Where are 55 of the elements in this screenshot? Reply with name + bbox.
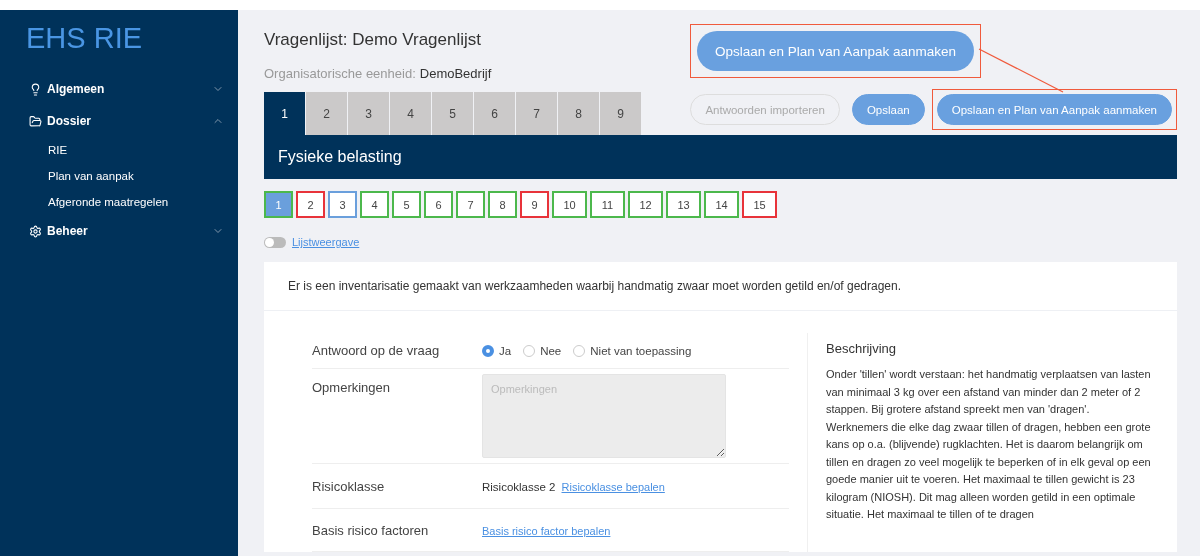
lightbulb-icon xyxy=(29,82,42,96)
gear-icon xyxy=(29,224,42,238)
description-title: Beschrijving xyxy=(826,341,898,356)
question-number[interactable]: 14 xyxy=(704,191,739,218)
radio-circle[interactable] xyxy=(573,344,586,357)
tab[interactable]: 4 xyxy=(390,92,431,135)
app-logo: EHS RIE xyxy=(25,22,144,56)
radio-option[interactable]: Niet van toepassing xyxy=(573,344,692,357)
question-number[interactable]: 11 xyxy=(590,191,625,218)
question-number[interactable]: 3 xyxy=(328,191,357,218)
tab[interactable]: 1 xyxy=(264,92,305,135)
sidebar-item[interactable]: Algemeen xyxy=(0,73,238,105)
page-title: Vragenlijst: Demo Vragenlijst xyxy=(264,30,482,50)
tab[interactable]: 6 xyxy=(474,92,515,135)
radio-option[interactable]: Nee xyxy=(523,344,562,357)
org-label: Organisatorische eenheid: xyxy=(264,66,416,81)
tab[interactable]: 8 xyxy=(558,92,599,135)
tab[interactable]: 9 xyxy=(600,92,641,135)
question-number[interactable]: 15 xyxy=(742,191,777,218)
tab[interactable]: 2 xyxy=(306,92,347,135)
sidebar-label: Beheer xyxy=(47,224,89,238)
sidebar-label: Algemeen xyxy=(47,82,106,96)
radio-option[interactable]: Ja xyxy=(482,344,512,357)
sidebar-item[interactable]: Dossier xyxy=(0,105,238,137)
description-text: Onder 'tillen' wordt verstaan: het handmatig verplaatsen van lasten van minimaal 3 kg over een afstand van minder dan 2 meter of 2 stappen. Bij grotere afstand spreekt men van 'dragen'. Werknemers die elke dag zwaar tillen of dragen, hebben een grote kans op o.a. (blijvende) rugklachten. Het is daarom belangrijk om tillen en dragen zo veel mogelijk te beperken of in elk geval op een goede manier uit te voeren. Het maximaal te tillen gewicht is 23 kilogram (NIOSH). Dit mag alleen worden getild in een optimale situatie. Het maximaal te tillen of te dragen xyxy=(826,367,1152,522)
question-number[interactable]: 5 xyxy=(392,191,421,218)
risk-class-value: Risicoklasse 2 xyxy=(482,481,556,493)
toggle-switch[interactable] xyxy=(264,236,286,248)
sidebar-subitem[interactable]: RIE xyxy=(0,137,238,163)
sidebar-subitem[interactable]: Afgeronde maatregelen xyxy=(0,189,238,215)
field-label: Antwoord op de vraag xyxy=(312,343,441,358)
question-number[interactable]: 4 xyxy=(360,191,389,218)
question-number[interactable]: 10 xyxy=(552,191,587,218)
question-number[interactable]: 7 xyxy=(456,191,485,218)
section-header: Fysieke belasting xyxy=(264,135,1177,179)
field-label: Basis risico factoren xyxy=(312,522,430,538)
tab[interactable]: 5 xyxy=(432,92,473,135)
radio-circle[interactable] xyxy=(523,344,536,357)
question-number[interactable]: 2 xyxy=(296,191,325,218)
question-number[interactable]: 9 xyxy=(520,191,549,218)
tab[interactable]: 7 xyxy=(516,92,557,135)
field-label: Risicoklasse xyxy=(312,478,386,494)
tab[interactable]: 3 xyxy=(348,92,389,135)
radio-circle[interactable] xyxy=(482,344,494,357)
sidebar-subitem[interactable]: Plan van aanpak xyxy=(0,163,238,189)
question-text: Er is een inventarisatie gemaakt van werkzaamheden waarbij handmatig zwaar moet worden getild en/of gedragen. xyxy=(264,262,1177,311)
sidebar-item[interactable]: Beheer xyxy=(0,215,238,247)
question-number[interactable]: 8 xyxy=(488,191,517,218)
folder-icon xyxy=(29,114,42,128)
question-number[interactable]: 6 xyxy=(424,191,453,218)
field-label: Opmerkingen xyxy=(312,379,392,395)
sidebar-label: Dossier xyxy=(47,114,93,128)
question-number[interactable]: 12 xyxy=(628,191,663,218)
org-value: DemoBedrijf xyxy=(419,66,492,81)
question-number[interactable]: 13 xyxy=(666,191,701,218)
